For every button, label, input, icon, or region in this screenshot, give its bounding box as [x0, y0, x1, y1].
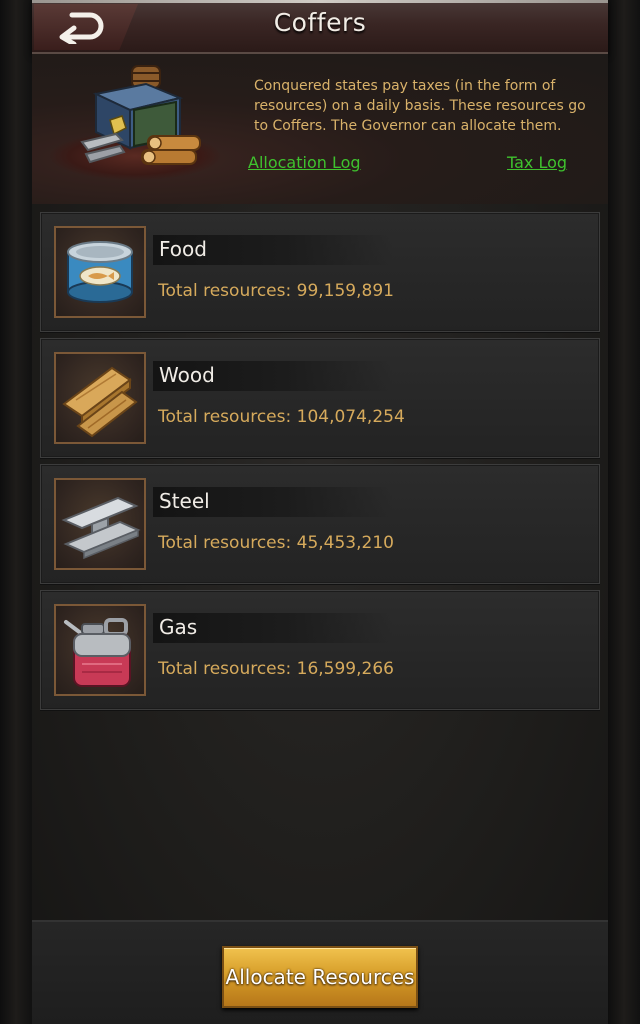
resource-card-steel: Steel Total resources: 45,453,210 — [40, 464, 600, 584]
food-icon-frame — [54, 226, 146, 318]
right-border — [608, 0, 640, 1024]
bottom-bar: Allocate Resources — [32, 920, 608, 1024]
allocation-log-link[interactable]: Allocation Log — [248, 153, 361, 172]
resource-name: Wood — [159, 363, 215, 387]
resource-total: Total resources: 16,599,266 — [158, 659, 394, 679]
steel-icon-frame — [54, 478, 146, 570]
resource-total: Total resources: 104,074,254 — [158, 407, 405, 427]
resource-card-food: Food Total resources: 99,159,891 — [40, 212, 600, 332]
coffers-screen: Coffers Conquered states pay taxes (in t… — [0, 0, 640, 1024]
resource-total: Total resources: 45,453,210 — [158, 533, 394, 553]
left-border — [0, 0, 32, 1024]
resource-card-gas: Gas Total resources: 16,599,266 — [40, 590, 600, 710]
resource-name: Gas — [159, 615, 198, 639]
info-panel: Conquered states pay taxes (in the form … — [32, 54, 608, 204]
steel-beam-icon — [61, 496, 141, 560]
resource-card-wood: Wood Total resources: 104,074,254 — [40, 338, 600, 458]
resource-crate-icon — [80, 65, 201, 165]
food-can-icon — [67, 241, 133, 303]
wood-icon-frame — [54, 352, 146, 444]
allocate-resources-button[interactable]: Allocate Resources — [222, 946, 418, 1008]
coffers-description: Conquered states pay taxes (in the form … — [254, 78, 586, 134]
tax-log-link[interactable]: Tax Log — [507, 153, 567, 172]
gas-icon-frame — [54, 604, 146, 696]
header-bar: Coffers — [32, 0, 608, 54]
page-title: Coffers — [273, 8, 367, 37]
coffers-panel: Coffers Conquered states pay taxes (in t… — [32, 0, 608, 1024]
wood-planks-icon — [62, 366, 138, 438]
resource-total: Total resources: 99,159,891 — [158, 281, 394, 301]
resource-name: Steel — [159, 489, 210, 513]
resource-name: Food — [159, 237, 207, 261]
gas-can-icon — [64, 618, 131, 687]
